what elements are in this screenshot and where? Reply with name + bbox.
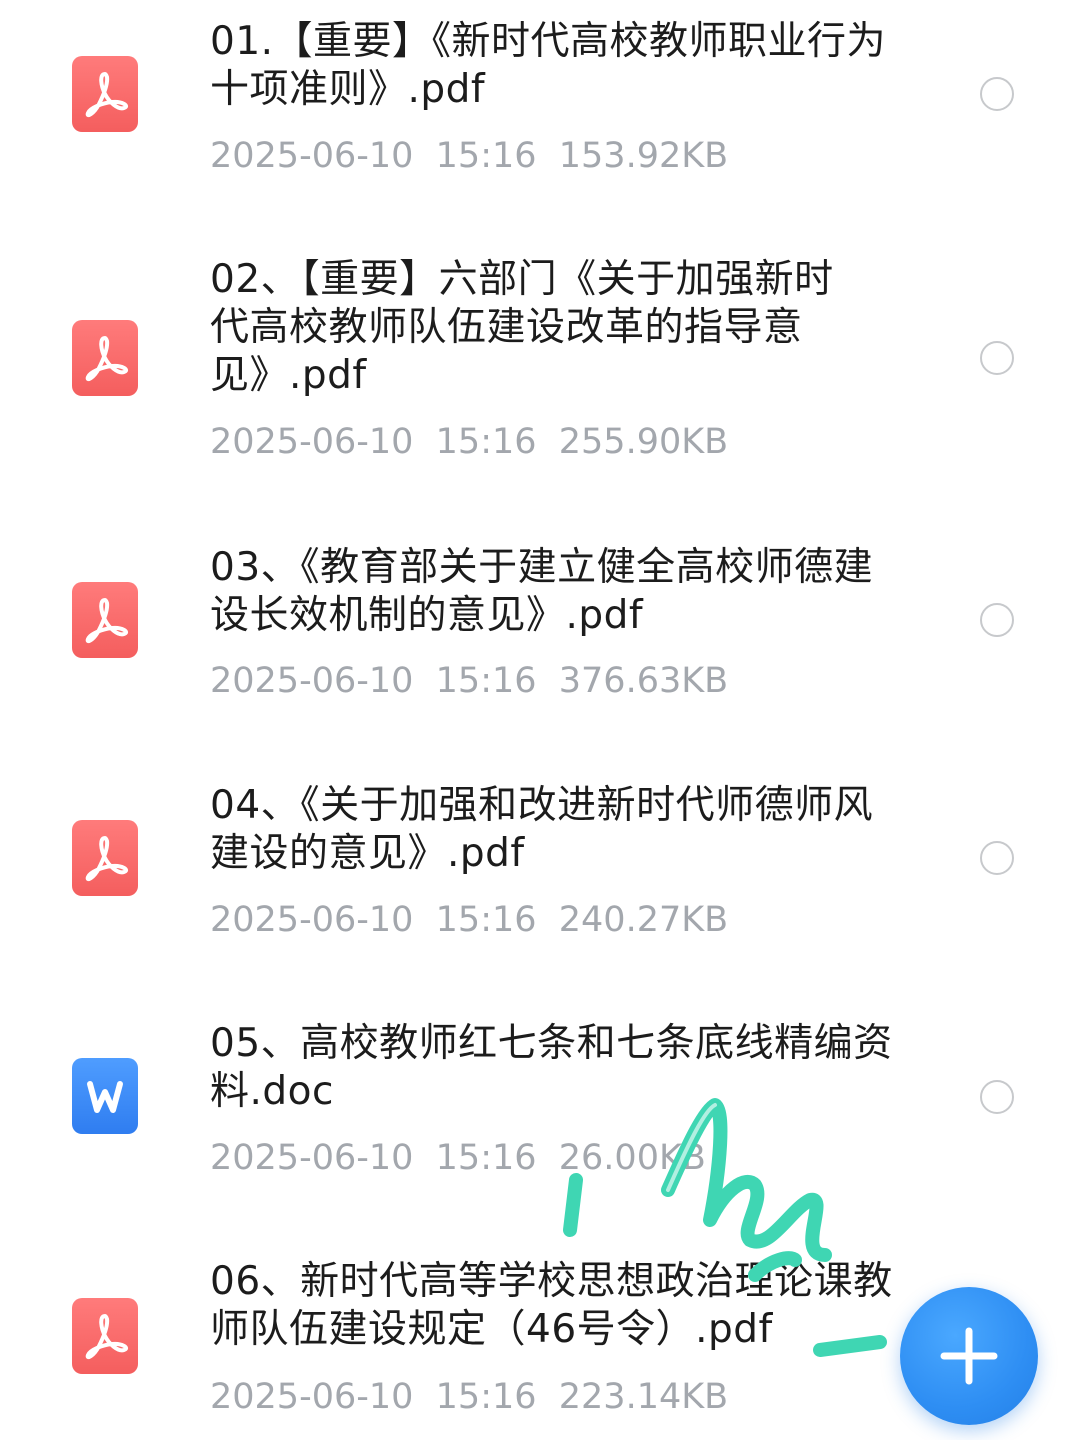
- add-button[interactable]: [900, 1287, 1038, 1425]
- file-meta: 2025-06-10 15:16 223.14KB: [210, 1377, 729, 1417]
- file-item[interactable]: 06、新时代高等学校思想政治理论课教师队伍建设规定（46号令）.pdf 2025…: [0, 0, 1080, 1440]
- pdf-icon: [72, 1298, 138, 1374]
- plus-icon: [940, 1327, 998, 1385]
- file-name: 06、新时代高等学校思想政治理论课教师队伍建设规定（46号令）.pdf: [210, 1259, 893, 1352]
- file-list: 01.【重要】《新时代高校教师职业行为十项准则》.pdf 2025-06-10 …: [0, 0, 1080, 1440]
